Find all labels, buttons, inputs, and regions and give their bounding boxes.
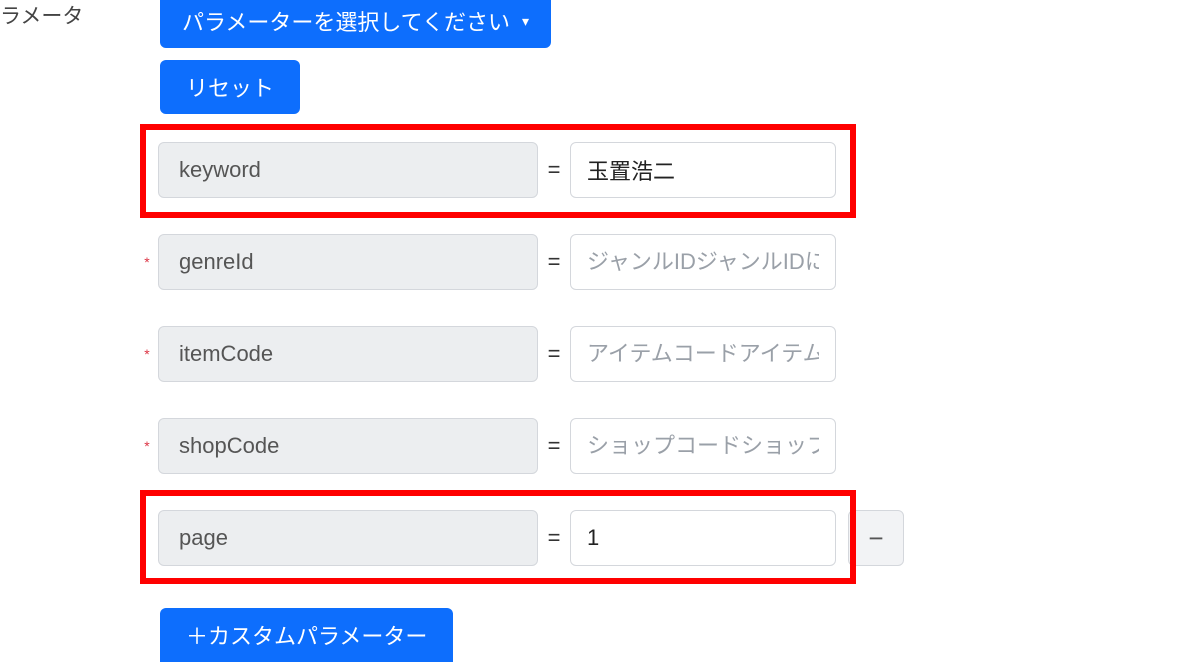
- param-row-keyword: keyword =: [138, 142, 836, 198]
- param-input-shopcode[interactable]: [570, 418, 836, 474]
- equals-sign: =: [538, 341, 570, 367]
- param-row-itemcode: * itemCode =: [138, 326, 836, 382]
- required-mark: *: [138, 346, 156, 362]
- required-mark: *: [138, 254, 156, 270]
- required-mark: *: [138, 438, 156, 454]
- param-row-page: page = −: [138, 510, 904, 566]
- param-row-genreid: * genreId =: [138, 234, 836, 290]
- param-input-genreid[interactable]: [570, 234, 836, 290]
- parameter-dropdown[interactable]: パラメーターを選択してください ▾: [160, 0, 551, 48]
- parameter-dropdown-label: パラメーターを選択してください: [182, 5, 510, 37]
- reset-button[interactable]: リセット: [160, 60, 300, 114]
- equals-sign: =: [538, 433, 570, 459]
- param-label-itemcode: itemCode: [158, 326, 538, 382]
- chevron-down-icon: ▾: [522, 13, 529, 30]
- param-input-page[interactable]: [570, 510, 836, 566]
- param-label-shopcode: shopCode: [158, 418, 538, 474]
- section-label: ラメータ: [0, 0, 83, 30]
- minus-icon: −: [868, 523, 883, 554]
- param-row-shopcode: * shopCode =: [138, 418, 836, 474]
- param-label-keyword: keyword: [158, 142, 538, 198]
- remove-param-button[interactable]: −: [848, 510, 904, 566]
- equals-sign: =: [538, 525, 570, 551]
- equals-sign: =: [538, 249, 570, 275]
- add-custom-parameter-button[interactable]: ＋カスタムパラメーター: [160, 608, 453, 662]
- param-input-itemcode[interactable]: [570, 326, 836, 382]
- param-label-page: page: [158, 510, 538, 566]
- param-label-genreid: genreId: [158, 234, 538, 290]
- param-input-keyword[interactable]: [570, 142, 836, 198]
- equals-sign: =: [538, 157, 570, 183]
